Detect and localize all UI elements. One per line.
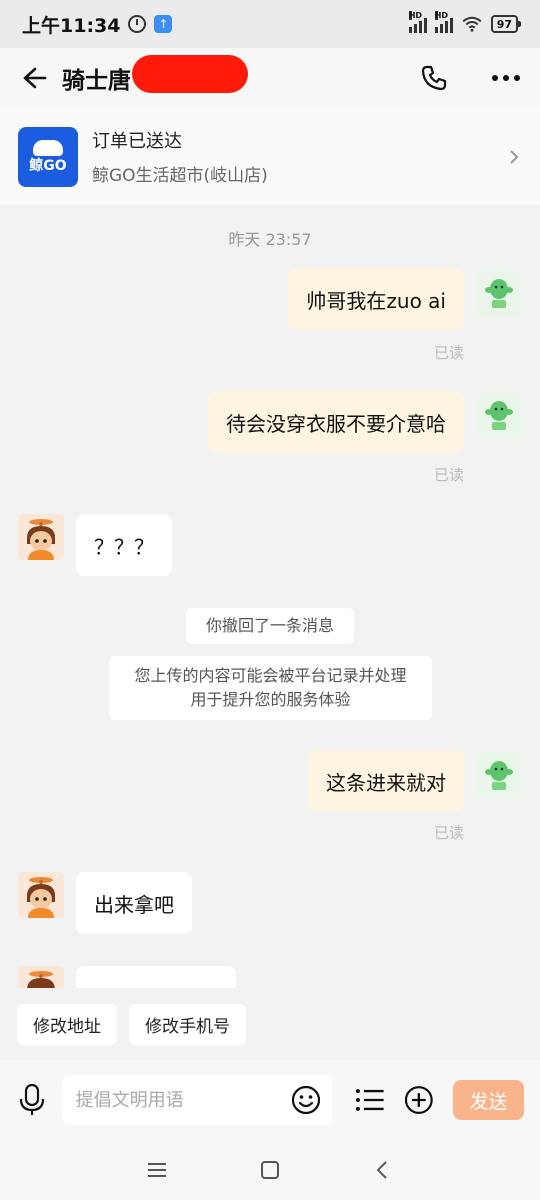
order-status: 订单已送达 — [92, 131, 182, 152]
redaction-mark — [132, 55, 248, 93]
input-bar: 发送 — [0, 1060, 540, 1140]
microphone-icon[interactable] — [16, 1080, 48, 1120]
rider-avatar[interactable] — [18, 872, 64, 918]
back-icon[interactable] — [18, 62, 50, 94]
home-icon[interactable] — [258, 1158, 282, 1182]
menu-icon[interactable] — [145, 1158, 169, 1182]
message-bubble[interactable]: 出来拿吧 — [76, 872, 192, 934]
rider-avatar[interactable] — [18, 514, 64, 560]
message-bubble[interactable]: 帅哥我在zuo ai — [288, 268, 464, 330]
upload-icon: ↑ — [154, 15, 173, 33]
rider-avatar[interactable] — [18, 966, 64, 988]
chevron-right-icon — [510, 149, 519, 164]
order-card[interactable]: 鲸GO 订单已送达 鲸GO生活超市(岐山店) — [0, 108, 540, 206]
quick-reply-bar: 修改地址 修改手机号 — [0, 988, 540, 1060]
store-name: 鲸GO生活超市(岐山店) — [92, 166, 268, 186]
status-bar: 上午11:34 ↑ HD HD 97 — [0, 0, 540, 48]
read-receipt: 已读 — [433, 824, 464, 842]
message-bubble[interactable]: 这条进来就对 — [308, 750, 464, 812]
cellular-signal-icon: HD — [408, 11, 427, 33]
quick-reply-change-address[interactable]: 修改地址 — [17, 1003, 117, 1045]
user-avatar[interactable] — [476, 392, 522, 438]
user-avatar[interactable] — [476, 270, 522, 316]
read-receipt: 已读 — [433, 344, 464, 362]
read-receipt: 已读 — [433, 466, 464, 484]
message-timestamp: 昨天 23:57 — [228, 230, 312, 249]
message-bubble[interactable]: ？？？ — [76, 514, 172, 576]
chat-area[interactable]: 昨天 23:57 帅哥我在zuo ai 已读 待会没穿衣服不要介意哈 已读 ？？… — [0, 206, 540, 988]
wifi-icon — [462, 16, 482, 32]
phone-icon[interactable] — [418, 62, 450, 94]
list-icon[interactable] — [354, 1084, 386, 1116]
send-button[interactable]: 发送 — [452, 1080, 525, 1120]
chat-header: 骑士唐 — [0, 48, 540, 108]
message-bubble[interactable]: 待会没穿衣服不要介意哈 — [208, 391, 464, 453]
more-icon[interactable] — [490, 62, 522, 94]
system-nav-bar — [0, 1140, 540, 1200]
user-avatar[interactable] — [476, 752, 522, 798]
recall-notice: 你撤回了一条消息 — [186, 608, 354, 644]
emoji-icon[interactable] — [290, 1084, 322, 1116]
cellular-signal-icon-2: HD — [434, 11, 453, 33]
status-time: 上午11:34 — [22, 14, 121, 37]
privacy-notice: 您上传的内容可能会被平台记录并处理 用于提升您的服务体验 — [109, 656, 432, 720]
quick-reply-change-phone[interactable]: 修改手机号 — [129, 1003, 246, 1045]
battery-indicator: 97 — [490, 15, 522, 33]
store-logo: 鲸GO — [18, 126, 78, 187]
plus-icon[interactable] — [403, 1084, 435, 1116]
message-bubble[interactable] — [76, 966, 236, 988]
back-nav-icon[interactable] — [371, 1158, 395, 1182]
contact-name: 骑士唐 — [62, 55, 248, 95]
alarm-icon — [128, 15, 147, 33]
